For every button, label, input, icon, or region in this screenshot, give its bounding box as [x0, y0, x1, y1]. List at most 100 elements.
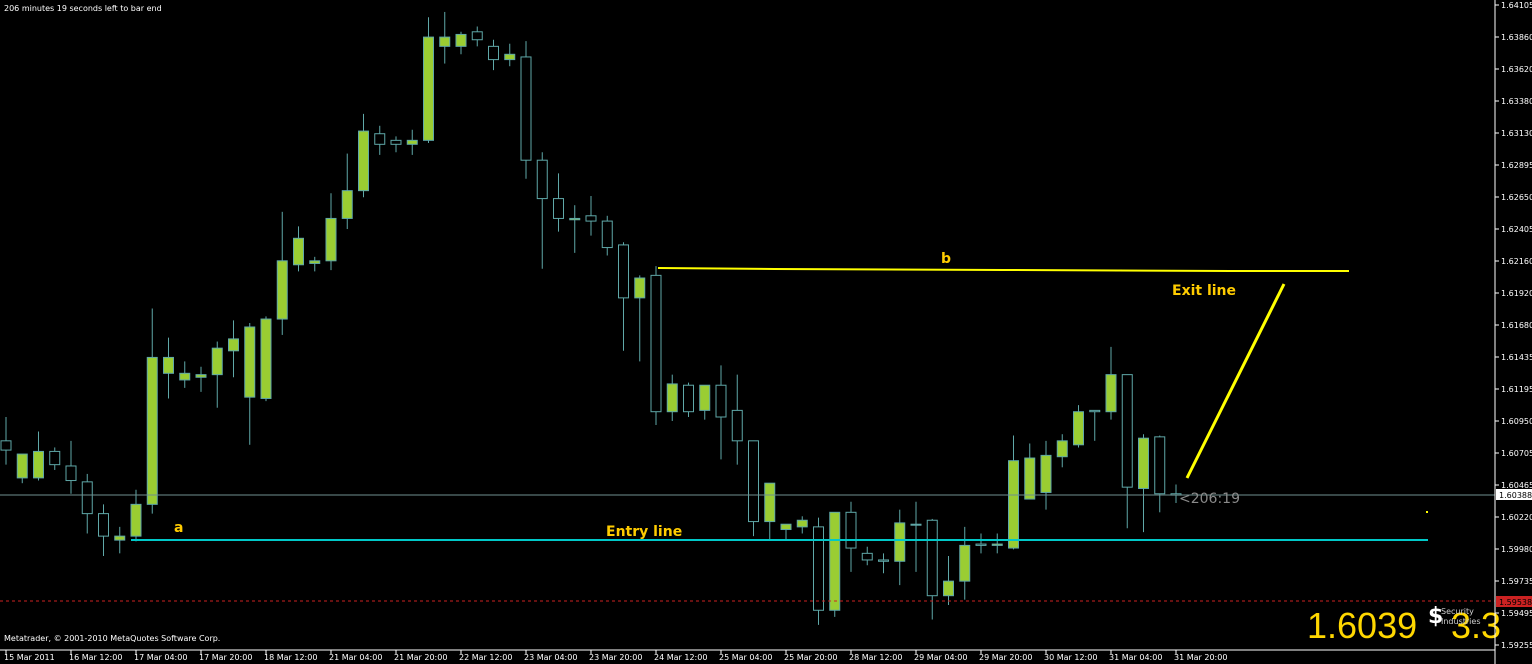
bear-candle[interactable] [374, 133, 386, 145]
price-tick-label: 1.64105 [1501, 1, 1532, 10]
bull-candle[interactable] [1040, 454, 1052, 493]
red-level-value: 1.59538 [1499, 598, 1532, 607]
bull-candle[interactable] [991, 543, 1003, 546]
bear-candle[interactable] [618, 244, 629, 299]
bull-candle[interactable] [146, 356, 158, 505]
price-tick-label: 1.60465 [1501, 481, 1532, 490]
bear-candle[interactable] [926, 519, 938, 597]
time-tick-label: 24 Mar 12:00 [654, 653, 707, 662]
bear-candle[interactable] [585, 215, 597, 222]
bull-candle[interactable] [943, 580, 954, 597]
bull-candle[interactable] [406, 139, 418, 145]
bear-candle[interactable] [81, 481, 93, 515]
bull-candle[interactable] [894, 522, 906, 562]
bull-candle[interactable] [959, 544, 971, 582]
point-a-label: a [174, 520, 183, 536]
bull-candle[interactable] [780, 523, 792, 531]
bull-candle[interactable] [1073, 411, 1084, 446]
bear-candle[interactable] [65, 465, 77, 482]
time-tick-label: 17 Mar 04:00 [134, 653, 187, 662]
price-tick-label: 1.61680 [1501, 321, 1532, 330]
bear-candle[interactable] [683, 384, 694, 413]
bear-candle[interactable] [748, 440, 759, 523]
time-tick-label: 23 Mar 20:00 [589, 653, 642, 662]
bear-candle[interactable] [49, 450, 61, 466]
time-tick-label: 22 Mar 12:00 [459, 653, 512, 662]
bear-candle[interactable] [1121, 374, 1133, 488]
bull-candle[interactable] [1138, 437, 1149, 489]
bull-candle[interactable] [341, 190, 353, 219]
bull-candle[interactable] [764, 482, 776, 523]
bull-candle[interactable] [1008, 460, 1019, 549]
bear-candle[interactable] [1154, 436, 1166, 495]
bull-candle[interactable] [163, 356, 174, 374]
time-tick-label: 21 Mar 20:00 [394, 653, 447, 662]
price-tick-label: 1.59735 [1501, 577, 1532, 586]
bull-candle[interactable] [211, 347, 223, 376]
bull-candle[interactable] [325, 217, 337, 262]
bear-candle[interactable] [731, 409, 743, 442]
bull-candle[interactable] [796, 519, 808, 528]
price-tick-label: 1.59980 [1501, 545, 1532, 554]
bull-candle[interactable] [179, 372, 191, 381]
bear-candle[interactable] [390, 139, 402, 145]
bear-candle[interactable] [878, 559, 889, 562]
bull-candle[interactable] [666, 383, 678, 413]
price-tick-label: 1.61920 [1501, 289, 1532, 298]
bull-candle[interactable] [260, 318, 272, 399]
bull-candle[interactable] [569, 217, 581, 221]
bull-candle[interactable] [244, 326, 256, 398]
price-tick-label: 1.60950 [1501, 417, 1532, 426]
bull-candle[interactable] [114, 535, 126, 541]
bull-candle[interactable] [699, 384, 711, 411]
time-tick-label: 25 Mar 04:00 [719, 653, 772, 662]
price-tick-label: 1.62405 [1501, 225, 1532, 234]
bull-candle[interactable] [439, 36, 451, 47]
bear-candle[interactable] [1089, 409, 1101, 413]
bear-candle[interactable] [553, 198, 564, 219]
price-tick-label: 1.61435 [1501, 353, 1532, 362]
bull-candle[interactable] [1105, 374, 1117, 413]
bear-candle[interactable] [0, 440, 12, 451]
bull-candle[interactable] [228, 338, 239, 352]
bear-candle[interactable] [471, 31, 483, 41]
bull-candle[interactable] [423, 36, 434, 141]
exit-line-label: Exit line [1172, 283, 1236, 299]
bear-candle[interactable] [488, 45, 499, 61]
bear-candle[interactable] [601, 220, 613, 249]
bull-candle[interactable] [1024, 457, 1036, 500]
bull-candle[interactable] [309, 260, 321, 264]
bear-candle[interactable] [975, 543, 987, 546]
time-tick-label: 23 Mar 04:00 [524, 653, 577, 662]
bull-candle[interactable] [33, 450, 44, 479]
bear-candle[interactable] [520, 56, 532, 161]
price-tick-label: 1.59255 [1501, 641, 1532, 650]
bear-candle[interactable] [861, 552, 873, 561]
bull-candle[interactable] [358, 130, 369, 192]
bear-candle[interactable] [650, 274, 662, 413]
price-chart[interactable]: a b Entry line Exit line <206:19 206 min… [0, 0, 1532, 664]
bull-candle[interactable] [634, 277, 646, 299]
time-tick-label: 31 Mar 04:00 [1109, 653, 1162, 662]
time-tick-label: 15 Mar 2011 [4, 653, 55, 662]
bull-candle[interactable] [276, 260, 288, 320]
bull-candle[interactable] [16, 453, 28, 479]
current-price-value: 1.60388 [1499, 491, 1532, 500]
bull-candle[interactable] [910, 523, 922, 526]
bull-candle[interactable] [1056, 440, 1068, 458]
bull-candle[interactable] [130, 503, 142, 537]
stray-dot [1426, 511, 1428, 513]
bull-candle[interactable] [829, 511, 841, 611]
bull-candle[interactable] [504, 53, 516, 61]
time-tick-label: 28 Mar 12:00 [849, 653, 902, 662]
bear-candle[interactable] [536, 159, 548, 200]
bull-candle[interactable] [195, 374, 207, 378]
bear-candle[interactable] [845, 511, 857, 549]
bull-candle[interactable] [455, 33, 467, 47]
bear-candle[interactable] [98, 513, 109, 537]
price-tick-label: 1.60705 [1501, 449, 1532, 458]
time-tick-label: 17 Mar 20:00 [199, 653, 252, 662]
time-tick-label: 16 Mar 12:00 [69, 653, 122, 662]
bull-candle[interactable] [293, 237, 304, 266]
bear-candle[interactable] [715, 384, 727, 418]
